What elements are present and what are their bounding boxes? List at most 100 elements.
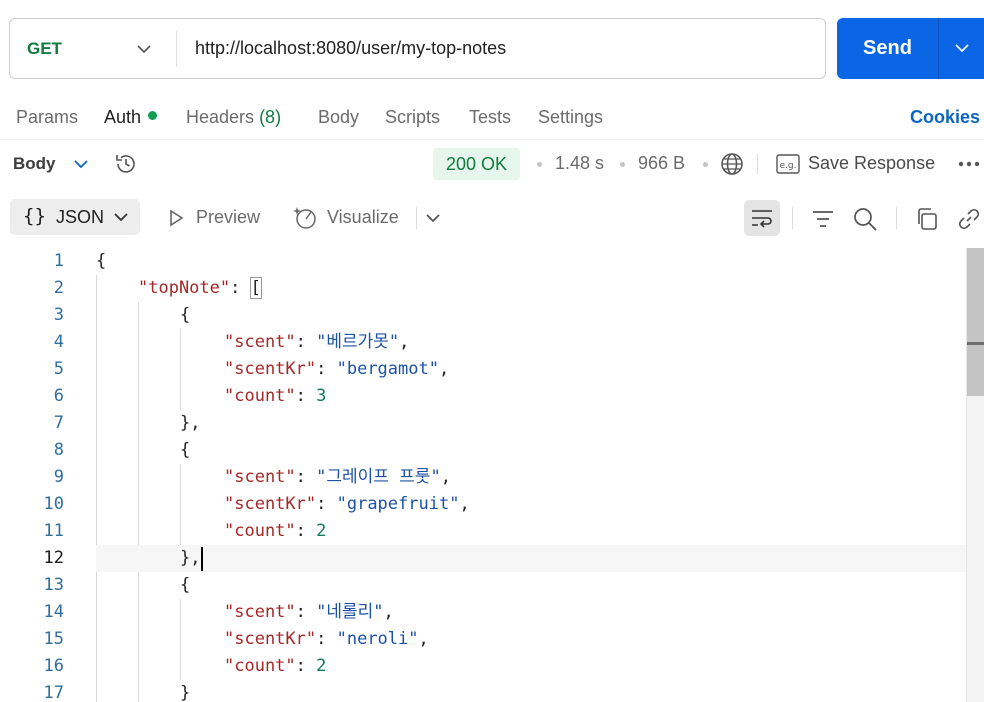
code-line: 15 "scentKr": "neroli", bbox=[0, 626, 966, 653]
scrollbar-marker bbox=[967, 342, 984, 345]
save-response-button[interactable]: Save Response bbox=[808, 153, 935, 174]
json-punct: [ bbox=[249, 277, 262, 299]
separator-dot bbox=[537, 162, 542, 167]
code-line: 2 "topNote": [ bbox=[0, 275, 966, 302]
line-number: 10 bbox=[43, 494, 64, 514]
code-line: 3 { bbox=[0, 302, 966, 329]
chevron-down-icon bbox=[114, 213, 128, 222]
globe-icon[interactable] bbox=[719, 151, 745, 177]
line-number: 15 bbox=[43, 629, 64, 649]
visualize-icon bbox=[293, 207, 316, 229]
more-options-icon[interactable] bbox=[956, 153, 982, 175]
url-bar: GET http://localhost:8080/user/my-top-no… bbox=[9, 18, 826, 79]
braces-icon: {} bbox=[23, 205, 46, 227]
json-punct: }, bbox=[180, 413, 201, 433]
word-wrap-button[interactable] bbox=[744, 200, 780, 236]
line-number: 17 bbox=[43, 683, 64, 702]
json-string: "그레이프 프룻" bbox=[316, 467, 441, 487]
code-line: 4 "scent": "베르가못", bbox=[0, 329, 966, 356]
line-number: 13 bbox=[43, 575, 64, 595]
line-number: 5 bbox=[53, 359, 64, 379]
response-time[interactable]: 1.48 s bbox=[555, 153, 604, 174]
chevron-down-icon[interactable] bbox=[72, 153, 90, 175]
chevron-down-icon[interactable] bbox=[953, 36, 971, 60]
json-key: "scent" bbox=[224, 332, 296, 352]
line-number: 3 bbox=[53, 305, 64, 325]
chevron-down-icon[interactable] bbox=[136, 37, 152, 61]
history-icon[interactable] bbox=[113, 151, 139, 177]
tab-headers[interactable]: Headers (8) bbox=[186, 107, 281, 128]
code-line: 8 { bbox=[0, 437, 966, 464]
status-dot-icon bbox=[148, 111, 158, 120]
response-body-editor[interactable]: 1 { 2 "topNote": [ 3 { 4 "scent": "베르가못"… bbox=[0, 248, 984, 702]
json-string: "grapefruit" bbox=[336, 494, 460, 514]
json-key: "scent" bbox=[224, 602, 296, 622]
code-line: 11 "count": 2 bbox=[0, 518, 966, 545]
tab-count-badge: (8) bbox=[259, 107, 282, 127]
wrap-icon bbox=[752, 210, 772, 228]
tab-scripts[interactable]: Scripts bbox=[385, 107, 440, 128]
json-punct: { bbox=[180, 305, 191, 325]
json-key: "scentKr" bbox=[224, 494, 317, 514]
link-icon[interactable] bbox=[956, 206, 982, 232]
json-punct: }, bbox=[180, 548, 201, 568]
response-header: Body 200 OK 1.48 s 966 B e.g. Save Respo… bbox=[0, 141, 984, 187]
json-key: "count" bbox=[224, 386, 296, 406]
code-line: 10 "scentKr": "grapefruit", bbox=[0, 491, 966, 518]
send-button-group: Send bbox=[837, 18, 984, 79]
json-key: "count" bbox=[224, 521, 296, 541]
json-number: 3 bbox=[316, 386, 327, 406]
code-line: 5 "scentKr": "bergamot", bbox=[0, 356, 966, 383]
code-line: 6 "count": 3 bbox=[0, 383, 966, 410]
code-line: 13 { bbox=[0, 572, 966, 599]
status-badge[interactable]: 200 OK bbox=[433, 148, 521, 180]
divider bbox=[416, 207, 417, 229]
vertical-scrollbar[interactable] bbox=[966, 248, 984, 702]
play-icon bbox=[170, 209, 184, 227]
line-number: 6 bbox=[53, 386, 64, 406]
line-number: 2 bbox=[53, 278, 64, 298]
copy-icon[interactable] bbox=[914, 206, 940, 232]
tab-body[interactable]: Body bbox=[318, 107, 359, 128]
line-number: 1 bbox=[53, 251, 64, 271]
divider bbox=[176, 31, 177, 67]
tab-auth[interactable]: Auth bbox=[104, 107, 158, 128]
tab-params[interactable]: Params bbox=[16, 107, 78, 128]
example-icon[interactable]: e.g. bbox=[776, 154, 800, 174]
code-line-current: 12 }, bbox=[44, 545, 966, 572]
tab-tests[interactable]: Tests bbox=[469, 107, 511, 128]
separator-dot bbox=[620, 162, 625, 167]
send-button[interactable]: Send bbox=[837, 18, 938, 79]
divider bbox=[938, 18, 939, 79]
cookies-link[interactable]: Cookies bbox=[910, 107, 980, 128]
text-caret bbox=[201, 547, 203, 571]
divider bbox=[896, 207, 897, 229]
json-key: "scentKr" bbox=[224, 359, 317, 379]
method-select[interactable]: GET bbox=[27, 39, 62, 59]
tab-label: Auth bbox=[104, 107, 142, 127]
divider bbox=[757, 154, 758, 174]
json-punct: { bbox=[96, 251, 107, 271]
line-number: 4 bbox=[53, 332, 64, 352]
url-input[interactable]: http://localhost:8080/user/my-top-notes bbox=[195, 38, 506, 59]
line-number: 11 bbox=[43, 521, 64, 541]
json-punct: } bbox=[180, 683, 191, 702]
filter-icon[interactable] bbox=[810, 206, 836, 232]
search-icon[interactable] bbox=[852, 206, 878, 232]
response-body-label[interactable]: Body bbox=[13, 154, 56, 174]
scrollbar-thumb[interactable] bbox=[967, 248, 984, 396]
response-size[interactable]: 966 B bbox=[638, 153, 685, 174]
preview-label: Preview bbox=[196, 207, 261, 227]
line-number: 7 bbox=[53, 413, 64, 433]
json-key: "scentKr" bbox=[224, 629, 317, 649]
json-string: "네롤리" bbox=[316, 602, 384, 622]
tab-settings[interactable]: Settings bbox=[538, 107, 603, 128]
line-number: 14 bbox=[43, 602, 64, 622]
json-punct: { bbox=[180, 440, 191, 460]
chevron-down-icon[interactable] bbox=[424, 207, 442, 229]
json-number: 2 bbox=[316, 656, 327, 676]
json-number: 2 bbox=[316, 521, 327, 541]
format-select[interactable]: {} JSON bbox=[10, 199, 140, 235]
svg-text:e.g.: e.g. bbox=[780, 161, 797, 171]
json-string: "neroli" bbox=[336, 629, 419, 649]
